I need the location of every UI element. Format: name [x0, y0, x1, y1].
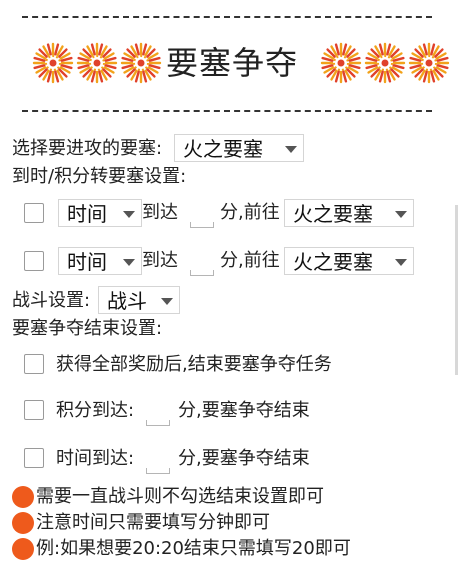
end-rule-checkbox[interactable]: [24, 354, 44, 374]
sun-burst-icon: [408, 42, 450, 84]
sun-burst-icon: [76, 42, 118, 84]
fortress-select[interactable]: 火之要塞: [174, 134, 304, 162]
transfer-mode-select[interactable]: 时间: [58, 247, 142, 275]
end-rule-checkbox[interactable]: [24, 400, 44, 420]
end-section-label: 要塞争夺结束设置:: [12, 318, 163, 339]
minutes-go-label: 分,前往: [220, 250, 280, 271]
chevron-down-icon: [395, 259, 407, 266]
title-banner: 要塞争夺: [0, 40, 458, 86]
transfer-mode-select[interactable]: 时间: [58, 199, 142, 227]
end-rule-checkbox[interactable]: [24, 448, 44, 468]
transfer-target-value: 火之要塞: [293, 250, 373, 274]
chevron-down-icon: [123, 259, 135, 266]
score-reach-label: 积分到达:: [56, 400, 135, 421]
transfer-mode-value: 时间: [67, 202, 107, 226]
time-input[interactable]: [146, 468, 170, 474]
transfer-target-select[interactable]: 火之要塞: [284, 199, 414, 227]
time-end-suffix: 分,要塞争夺结束: [178, 448, 310, 469]
chevron-down-icon: [395, 211, 407, 218]
bottom-divider: [22, 110, 432, 112]
note-text: 需要一直战斗则不勾选结束设置即可: [36, 486, 324, 507]
chevron-down-icon: [123, 211, 135, 218]
sun-burst-icon: [320, 42, 362, 84]
transfer-target-select[interactable]: 火之要塞: [284, 247, 414, 275]
note-text: 注意时间只需要填写分钟即可: [36, 512, 270, 533]
battle-setting-label: 战斗设置:: [12, 290, 91, 311]
transfer-target-value: 火之要塞: [293, 202, 373, 226]
transfer-rule-checkbox[interactable]: [24, 203, 44, 223]
top-divider: [22, 16, 432, 18]
transfer-rule-row: 时间 到达 分,前往 火之要塞: [0, 198, 458, 230]
end-rule-row: 获得全部奖励后,结束要塞争夺任务: [0, 352, 458, 378]
sun-burst-icon: [364, 42, 406, 84]
end-rule-text: 获得全部奖励后,结束要塞争夺任务: [56, 354, 332, 375]
chevron-down-icon: [161, 298, 173, 305]
end-rule-row: 时间到达: 分,要塞争夺结束: [0, 446, 458, 476]
transfer-mode-value: 时间: [67, 250, 107, 274]
transfer-rule-row: 时间 到达 分,前往 火之要塞: [0, 246, 458, 278]
page-title: 要塞争夺: [166, 44, 299, 82]
orange-dot-icon: [12, 538, 34, 560]
orange-dot-icon: [12, 486, 34, 508]
fortress-select-label: 选择要进攻的要塞:: [12, 138, 163, 159]
chevron-down-icon: [285, 146, 297, 153]
battle-select[interactable]: 战斗: [98, 286, 180, 314]
transfer-minutes-input[interactable]: [190, 270, 214, 276]
arrive-label: 到达: [142, 250, 178, 271]
fortress-select-value: 火之要塞: [183, 137, 263, 161]
sun-burst-icon: [32, 42, 74, 84]
orange-dot-icon: [12, 512, 34, 534]
transfer-minutes-input[interactable]: [190, 222, 214, 228]
minutes-go-label: 分,前往: [220, 202, 280, 223]
score-end-suffix: 分,要塞争夺结束: [178, 400, 310, 421]
transfer-section-label: 到时/积分转要塞设置:: [12, 166, 187, 187]
score-input[interactable]: [146, 420, 170, 426]
arrive-label: 到达: [142, 202, 178, 223]
note-text: 例:如果想要20:20结束只需填写20即可: [36, 538, 351, 559]
sun-burst-icon: [120, 42, 162, 84]
time-reach-label: 时间到达:: [56, 448, 135, 469]
end-rule-row: 积分到达: 分,要塞争夺结束: [0, 398, 458, 428]
transfer-rule-checkbox[interactable]: [24, 251, 44, 271]
battle-select-value: 战斗: [107, 289, 147, 313]
